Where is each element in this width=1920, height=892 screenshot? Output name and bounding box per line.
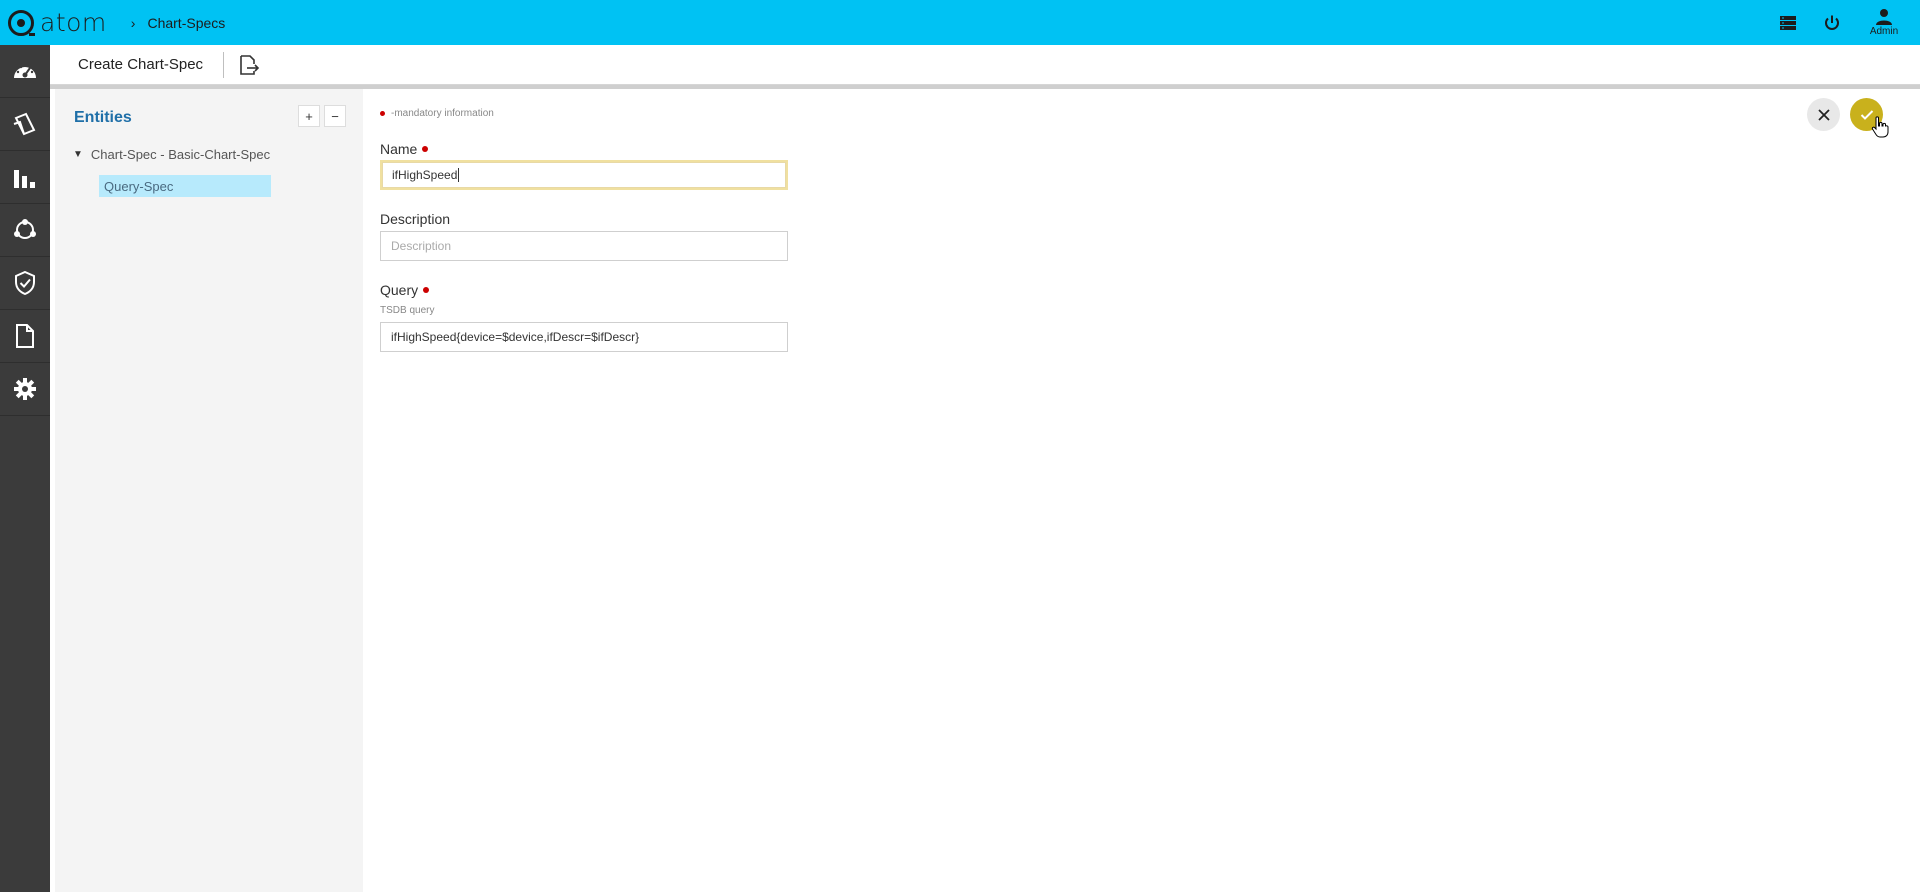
query-input[interactable]: ifHighSpeed{device=$device,ifDescr=$ifDe…: [380, 322, 788, 352]
expand-all-button[interactable]: +: [298, 105, 320, 127]
server-list-icon[interactable]: [1766, 0, 1810, 45]
entities-panel: Entities + − ▼ Chart-Spec - Basic-Chart-…: [55, 89, 363, 892]
user-icon: [1876, 9, 1892, 25]
entities-title: Entities: [74, 109, 132, 126]
description-label-text: Description: [380, 211, 451, 227]
form-area: -mandatory information Name ifHighSpeed …: [363, 89, 1920, 892]
hand-cursor-icon: [1871, 116, 1889, 138]
required-dot-icon: [422, 146, 429, 152]
bar-chart-icon: [14, 170, 35, 188]
admin-user-menu[interactable]: Admin: [1854, 0, 1914, 45]
nav-dashboard[interactable]: [0, 45, 50, 98]
breadcrumb-separator: ›: [130, 14, 136, 31]
side-navigation: [0, 45, 50, 892]
mandatory-dot-icon: [380, 111, 385, 116]
close-icon: [1817, 108, 1830, 121]
query-label-text: Query: [380, 282, 419, 298]
nav-topology[interactable]: [0, 204, 50, 257]
nav-security[interactable]: [0, 257, 50, 310]
name-input-value: ifHighSpeed: [392, 168, 458, 182]
nav-documents[interactable]: [0, 310, 50, 363]
required-dot-icon: [423, 287, 430, 293]
name-label: Name: [380, 141, 429, 157]
nav-inventory[interactable]: [0, 98, 50, 151]
breadcrumb-chart-specs[interactable]: Chart-Specs: [147, 15, 225, 31]
power-icon[interactable]: [1810, 0, 1854, 45]
shield-icon: [15, 271, 35, 295]
caret-down-icon[interactable]: ▼: [73, 149, 83, 160]
export-button[interactable]: [238, 54, 260, 76]
tree-node-chart-spec[interactable]: ▼ Chart-Spec - Basic-Chart-Spec: [73, 147, 270, 162]
dashboard-icon: [14, 65, 36, 78]
description-label: Description: [380, 211, 450, 227]
query-hint: TSDB query: [380, 305, 435, 316]
toolbar-divider: [223, 51, 225, 78]
document-icon: [16, 324, 34, 348]
nav-settings[interactable]: [0, 363, 50, 416]
name-input[interactable]: ifHighSpeed: [380, 160, 788, 190]
gear-icon: [14, 378, 36, 400]
export-file-icon: [240, 54, 260, 75]
inventory-icon: [13, 112, 36, 136]
topology-icon: [14, 219, 36, 239]
mandatory-note-text: -mandatory information: [391, 108, 494, 119]
page-toolbar: Create Chart-Spec: [50, 45, 1920, 85]
tree-node-query-spec[interactable]: Query-Spec: [99, 175, 271, 197]
page-title: Create Chart-Spec: [78, 56, 204, 73]
description-input[interactable]: Description: [380, 231, 788, 261]
top-bar: atom › Chart-Specs Admin: [0, 0, 1920, 45]
name-label-text: Name: [380, 141, 418, 157]
atom-logo[interactable]: atom: [8, 8, 107, 37]
nav-charts[interactable]: [0, 151, 50, 204]
description-placeholder: Description: [391, 239, 452, 253]
query-input-value: ifHighSpeed{device=$device,ifDescr=$ifDe…: [391, 330, 640, 344]
logo-text: atom: [40, 8, 107, 37]
logo-icon: [8, 9, 34, 36]
collapse-all-button[interactable]: −: [324, 105, 346, 127]
tree-node-label: Chart-Spec - Basic-Chart-Spec: [90, 147, 271, 162]
admin-label: Admin: [1869, 26, 1899, 37]
cancel-button[interactable]: [1807, 98, 1840, 131]
query-label: Query: [380, 282, 430, 298]
text-caret: [458, 168, 460, 182]
mandatory-note: -mandatory information: [380, 108, 494, 119]
